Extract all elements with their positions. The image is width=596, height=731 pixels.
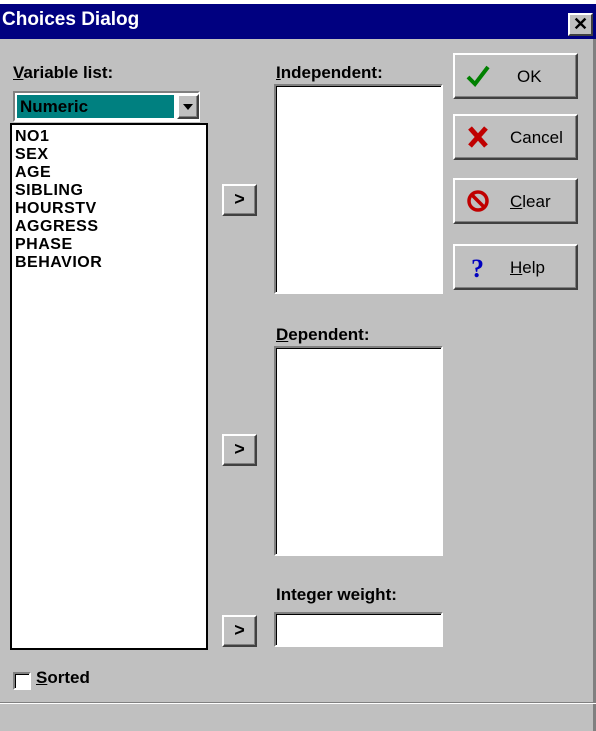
chevron-right-icon: > xyxy=(234,439,245,459)
move-to-independent-button[interactable]: > xyxy=(222,184,257,216)
help-button[interactable]: ? Help xyxy=(453,244,578,290)
help-label: Help xyxy=(510,258,545,277)
integer-weight-field[interactable] xyxy=(274,612,443,647)
sorted-label[interactable]: Sorted xyxy=(36,668,90,688)
independent-label: Independent: xyxy=(276,63,383,82)
clear-label: Clear xyxy=(510,192,551,211)
list-item[interactable]: SIBLING xyxy=(15,182,206,200)
red-no-sign-icon xyxy=(467,190,489,212)
integer-weight-label: Integer weight: xyxy=(276,585,397,604)
cancel-button[interactable]: Cancel xyxy=(453,114,578,160)
ok-button[interactable]: OK xyxy=(453,53,578,99)
dependent-label: Dependent: xyxy=(276,325,370,344)
list-item[interactable]: SEX xyxy=(15,146,206,164)
list-item[interactable]: AGE xyxy=(15,164,206,182)
ok-label: OK xyxy=(517,67,542,86)
choices-dialog: Choices Dialog ✕ Variable list: Numeric … xyxy=(0,0,596,731)
green-checkmark-icon xyxy=(466,65,490,88)
close-button[interactable]: ✕ xyxy=(568,13,593,36)
status-divider-highlight xyxy=(0,703,596,704)
list-item[interactable]: HOURSTV xyxy=(15,200,206,218)
independent-list-box[interactable] xyxy=(274,84,443,294)
chevron-right-icon: > xyxy=(234,189,245,209)
list-item[interactable]: BEHAVIOR xyxy=(15,254,206,272)
variable-list-label: Variable list: xyxy=(13,63,114,82)
dropdown-button[interactable] xyxy=(177,94,199,119)
window-title: Choices Dialog xyxy=(2,9,140,30)
blue-question-icon: ? xyxy=(471,254,484,280)
variable-type-selected: Numeric xyxy=(17,95,174,118)
red-x-icon xyxy=(468,126,488,148)
list-item[interactable]: PHASE xyxy=(15,236,206,254)
chevron-down-icon xyxy=(183,104,193,110)
chevron-right-icon: > xyxy=(234,620,245,640)
variable-type-dropdown[interactable]: Numeric xyxy=(13,91,200,122)
move-to-dependent-button[interactable]: > xyxy=(222,434,257,466)
clear-button[interactable]: Clear xyxy=(453,178,578,224)
title-bar[interactable]: Choices Dialog ✕ xyxy=(0,4,596,39)
sorted-checkbox[interactable] xyxy=(13,672,31,690)
cancel-label: Cancel xyxy=(510,128,563,147)
svg-text:?: ? xyxy=(471,254,484,280)
variable-list-box[interactable]: NO1 SEX AGE SIBLING HOURSTV AGGRESS PHAS… xyxy=(10,123,208,650)
close-icon: ✕ xyxy=(572,14,589,34)
move-to-weight-button[interactable]: > xyxy=(222,615,257,647)
list-item[interactable]: AGGRESS xyxy=(15,218,206,236)
list-item[interactable]: NO1 xyxy=(15,128,206,146)
dependent-list-box[interactable] xyxy=(274,346,443,556)
